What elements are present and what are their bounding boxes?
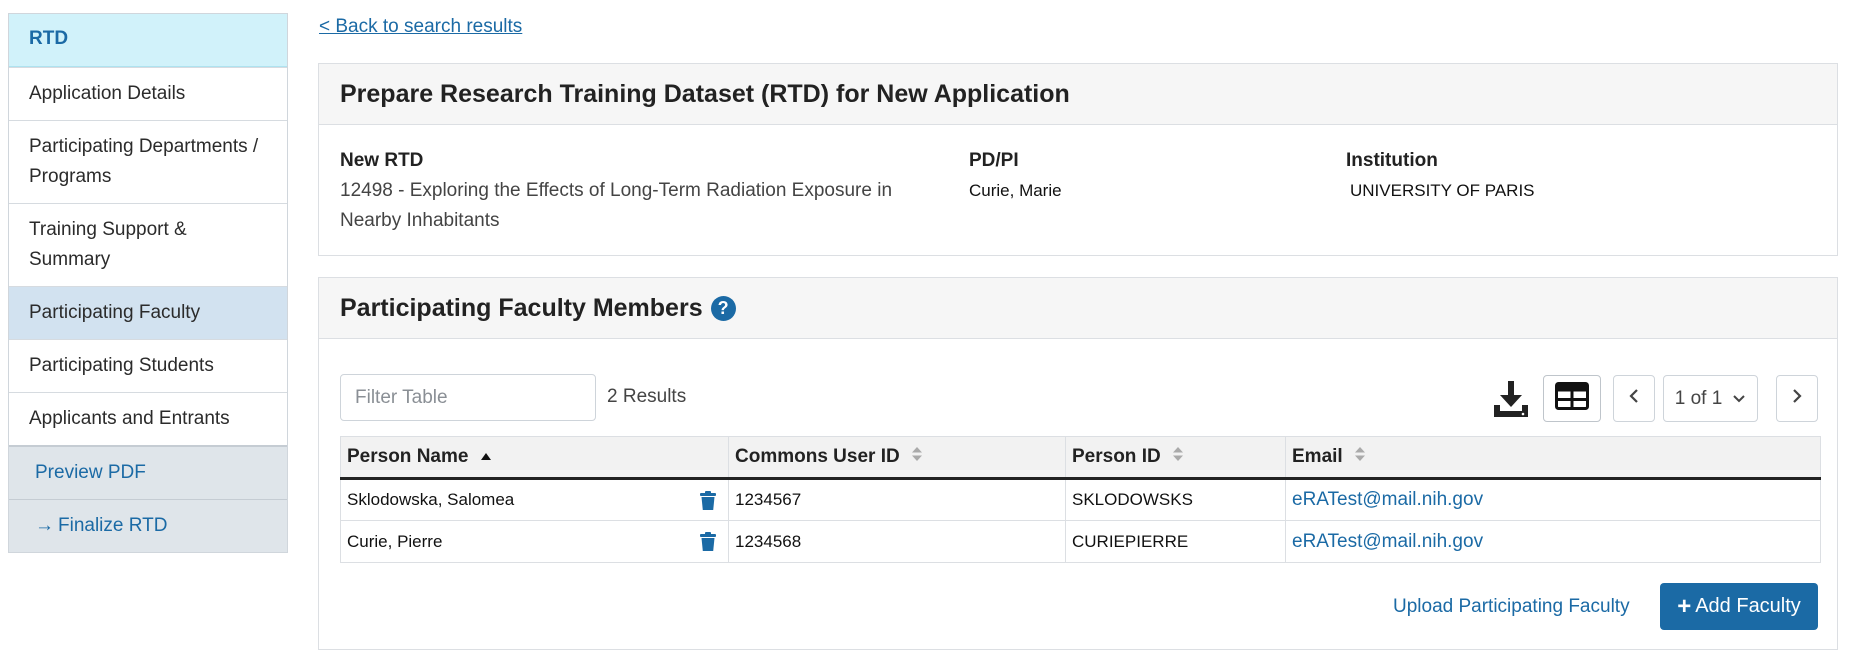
table-view-button[interactable] [1543, 375, 1601, 422]
download-icon[interactable] [1491, 379, 1531, 419]
table-row: Sklodowska, Salomea 1234567 SKLODOWSKS e… [340, 478, 1821, 521]
institution-label: Institution [1346, 150, 1438, 171]
rtd-info-column: New RTD 12498 - Exploring the Effects of… [340, 150, 940, 236]
new-rtd-value: 12498 - Exploring the Effects of Long-Te… [340, 180, 893, 231]
new-rtd-label: New RTD [340, 150, 424, 171]
commons-user-id-cell: 1234568 [728, 520, 1066, 563]
arrow-right-icon: → [35, 515, 54, 536]
plus-icon: + [1677, 592, 1692, 620]
commons-user-id-cell: 1234567 [728, 478, 1066, 521]
sidebar-item-application-details[interactable]: Application Details [9, 67, 287, 120]
next-page-button[interactable] [1776, 375, 1818, 422]
email-cell: eRATest@mail.nih.gov [1285, 478, 1821, 521]
finalize-rtd-label: Finalize RTD [58, 515, 168, 536]
rtd-info-card: Prepare Research Training Dataset (RTD) … [318, 63, 1838, 256]
faculty-title: Participating Faculty Members [340, 293, 703, 322]
person-name: Sklodowska, Salomea [347, 490, 515, 509]
back-to-search-link[interactable]: < Back to search results [319, 16, 522, 38]
sidebar-item-participating-departments[interactable]: Participating Departments / Programs [9, 120, 287, 203]
chevron-down-icon [1732, 388, 1746, 410]
chevron-right-icon [1791, 388, 1803, 410]
previous-page-button[interactable] [1613, 375, 1655, 422]
pdpi-label: PD/PI [969, 150, 1019, 171]
trash-icon[interactable] [700, 532, 716, 557]
add-faculty-label: Add Faculty [1695, 595, 1801, 617]
email-link[interactable]: eRATest@mail.nih.gov [1292, 531, 1483, 552]
results-count: 2 Results [607, 386, 687, 407]
email-link[interactable]: eRATest@mail.nih.gov [1292, 489, 1483, 510]
sort-icon [1354, 446, 1366, 468]
page-title: Prepare Research Training Dataset (RTD) … [340, 79, 1070, 108]
trash-icon[interactable] [700, 491, 716, 516]
column-header-person-id[interactable]: Person ID [1065, 436, 1286, 480]
sort-icon [911, 446, 923, 468]
sidebar-item-training-support[interactable]: Training Support & Summary [9, 203, 287, 286]
filter-table-input[interactable] [340, 374, 596, 421]
faculty-table: Person Name Commons User ID Person ID Em… [340, 436, 1821, 563]
add-faculty-button[interactable]: + Add Faculty [1660, 583, 1818, 630]
faculty-card: Participating Faculty Members ? 2 Result… [318, 277, 1838, 650]
upload-participating-faculty-link[interactable]: Upload Participating Faculty [1393, 596, 1630, 618]
faculty-header: Participating Faculty Members ? [319, 278, 1837, 339]
page-select-value: 1 of 1 [1674, 387, 1723, 409]
sort-asc-icon [480, 446, 492, 468]
help-icon[interactable]: ? [710, 295, 736, 321]
column-header-email[interactable]: Email [1285, 436, 1821, 480]
sidebar-item-participating-students[interactable]: Participating Students [9, 339, 287, 392]
column-label: Person Name [347, 446, 469, 467]
preview-pdf-button[interactable]: Preview PDF [9, 445, 287, 499]
institution-value: UNIVERSITY OF PARIS [1350, 181, 1535, 200]
column-label: Email [1292, 446, 1343, 467]
column-label: Person ID [1072, 446, 1161, 467]
page-select[interactable]: 1 of 1 [1663, 375, 1758, 422]
person-id-cell: CURIEPIERRE [1065, 520, 1286, 563]
table-view-icon [1555, 382, 1589, 415]
column-label: Commons User ID [735, 446, 900, 467]
sort-icon [1172, 446, 1184, 468]
column-header-person-name[interactable]: Person Name [340, 436, 729, 480]
sidebar-item-participating-faculty[interactable]: Participating Faculty [9, 286, 287, 339]
finalize-rtd-button[interactable]: → Finalize RTD [9, 499, 287, 552]
person-name: Curie, Pierre [347, 531, 443, 551]
rtd-info-header: Prepare Research Training Dataset (RTD) … [319, 64, 1837, 125]
sidebar: RTD Application Details Participating De… [8, 13, 288, 553]
person-name-cell: Sklodowska, Salomea [340, 478, 729, 521]
table-header-row: Person Name Commons User ID Person ID Em… [340, 436, 1821, 480]
column-header-commons-user-id[interactable]: Commons User ID [728, 436, 1066, 480]
email-cell: eRATest@mail.nih.gov [1285, 520, 1821, 563]
pdpi-value: Curie, Marie [969, 181, 1062, 200]
table-row: Curie, Pierre 1234568 CURIEPIERRE eRATes… [340, 520, 1821, 563]
person-id-cell: SKLODOWSKS [1065, 478, 1286, 521]
institution-column: Institution UNIVERSITY OF PARIS [1346, 150, 1535, 206]
person-name-cell: Curie, Pierre [340, 520, 729, 563]
sidebar-item-applicants-entrants[interactable]: Applicants and Entrants [9, 392, 287, 445]
sidebar-header-rtd[interactable]: RTD [9, 14, 287, 67]
pdpi-column: PD/PI Curie, Marie [969, 150, 1062, 206]
chevron-left-icon [1628, 388, 1640, 410]
